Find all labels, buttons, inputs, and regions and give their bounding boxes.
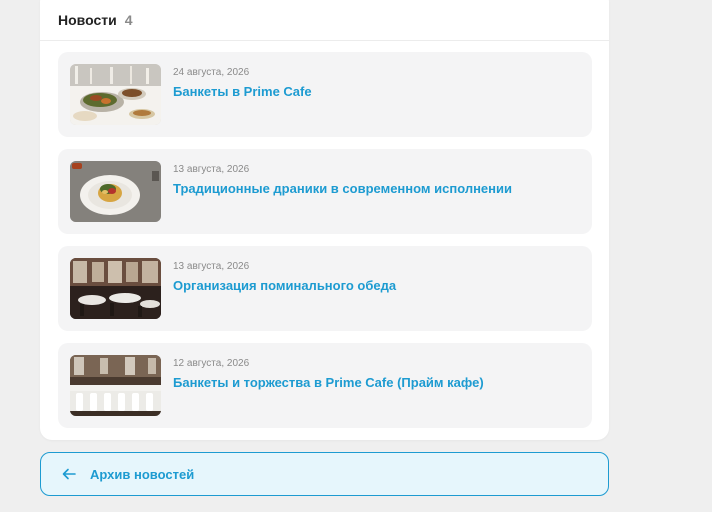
news-date: 24 августа, 2026 [173, 67, 250, 78]
arrow-left-icon [61, 466, 77, 482]
news-title-link[interactable]: Банкеты в Prime Cafe [173, 84, 312, 99]
news-section-title: Новости [58, 12, 117, 28]
header-divider [40, 40, 609, 41]
news-thumbnail[interactable] [70, 355, 161, 416]
news-title-link[interactable]: Традиционные драники в современном испол… [173, 181, 512, 196]
news-thumbnail[interactable] [70, 258, 161, 319]
news-thumbnail[interactable] [70, 161, 161, 222]
news-thumbnail[interactable] [70, 64, 161, 125]
archive-button[interactable]: Архив новостей [40, 452, 609, 496]
news-title-link[interactable]: Банкеты и торжества в Prime Cafe (Прайм … [173, 375, 484, 390]
news-date: 12 августа, 2026 [173, 358, 250, 369]
news-item[interactable]: 13 августа, 2026 Традиционные драники в … [58, 149, 592, 234]
news-item[interactable]: 12 августа, 2026 Банкеты и торжества в P… [58, 343, 592, 428]
news-count: 4 [124, 12, 133, 28]
news-header: Новости 4 [58, 10, 133, 30]
archive-label: Архив новостей [90, 466, 195, 482]
news-item[interactable]: 24 августа, 2026 Банкеты в Prime Cafe [58, 52, 592, 137]
news-title-link[interactable]: Организация поминального обеда [173, 278, 396, 293]
news-card: Новости 4 24 августа, 2026 Банкеты в Pri… [40, 0, 609, 440]
news-date: 13 августа, 2026 [173, 164, 250, 175]
news-list: 24 августа, 2026 Банкеты в Prime Cafe 13… [58, 52, 592, 440]
news-item[interactable]: 13 августа, 2026 Организация поминальног… [58, 246, 592, 331]
news-date: 13 августа, 2026 [173, 261, 250, 272]
